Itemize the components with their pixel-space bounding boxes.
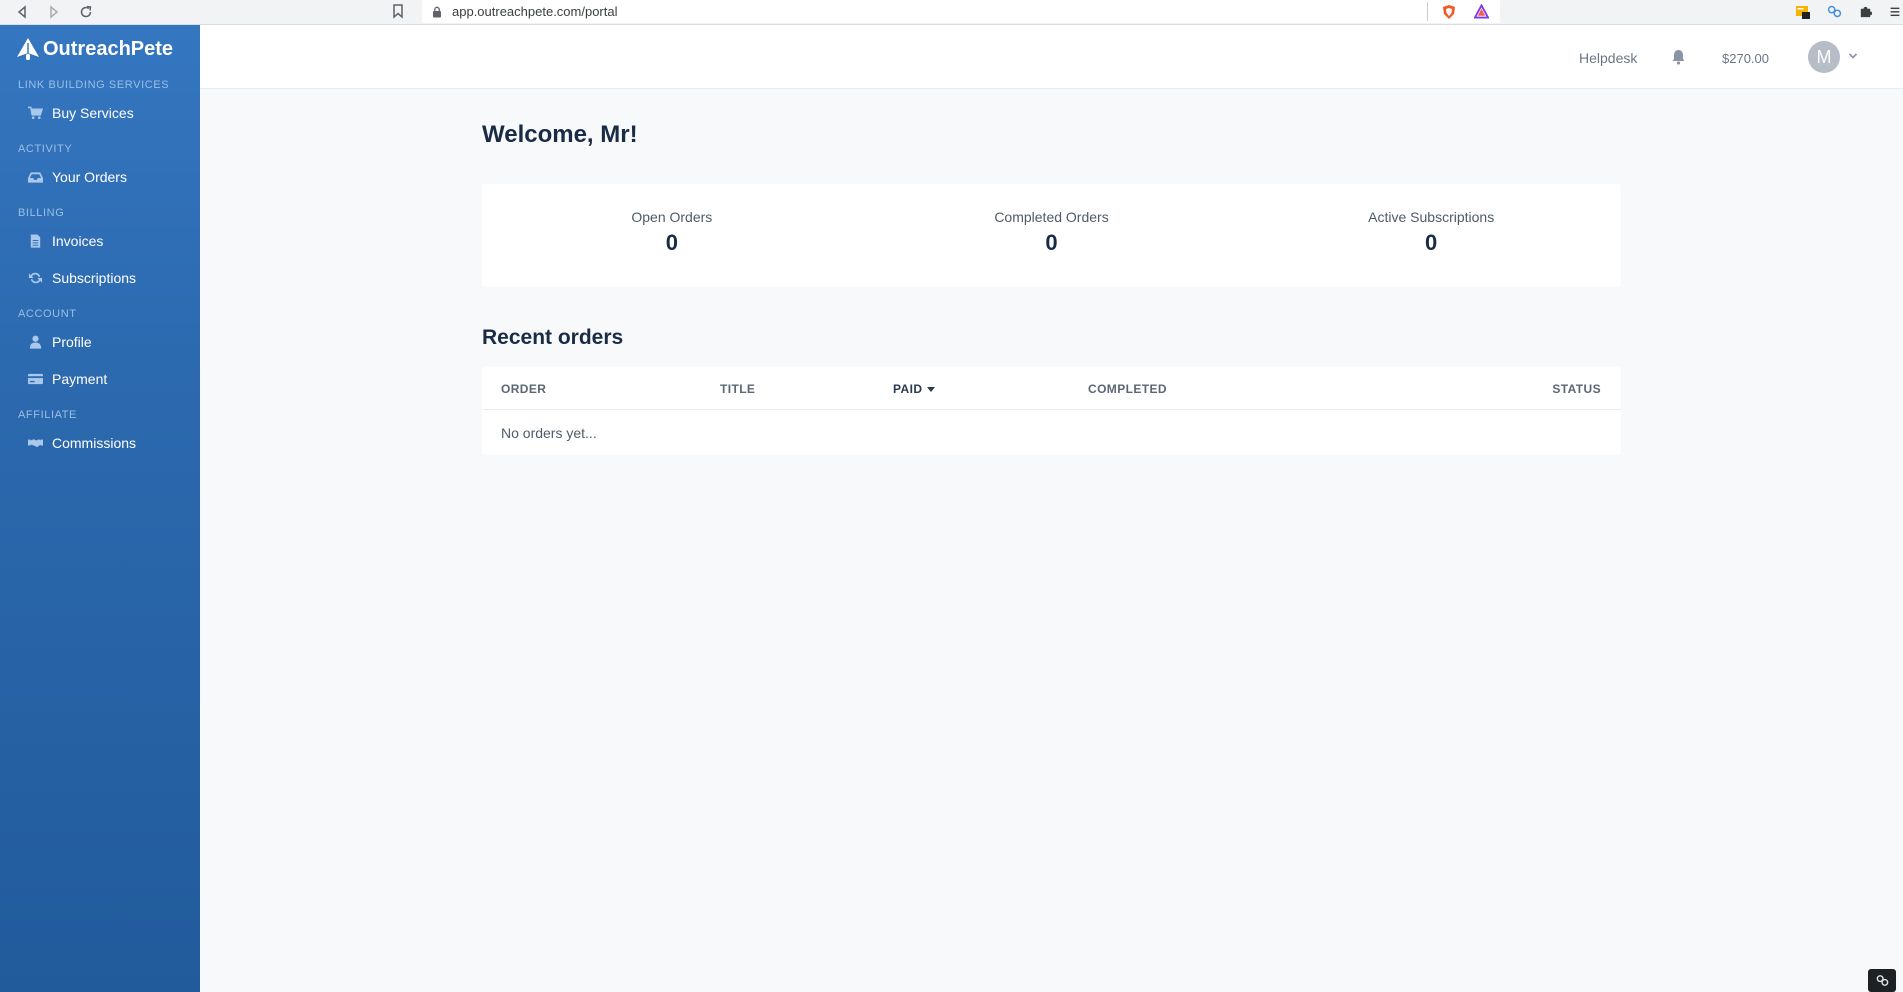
stat-value: 0 [665, 230, 678, 255]
stat-value: 0 [1425, 230, 1438, 255]
sidebar-item-label: Subscriptions [52, 269, 137, 286]
puzzle-icon[interactable] [1857, 3, 1874, 20]
column-header-paid[interactable]: PAID [893, 382, 936, 396]
brave-shield-icon[interactable] [1440, 3, 1457, 20]
column-header-order[interactable]: ORDER [501, 382, 546, 396]
helpdesk-link[interactable]: Helpdesk [1579, 50, 1637, 66]
sidebar-item-profile[interactable]: Profile [0, 323, 200, 360]
brand-name: OutreachPete [43, 37, 174, 60]
handshake-icon [28, 436, 43, 450]
brand-logo[interactable]: OutreachPete [0, 25, 200, 73]
column-header-status[interactable]: STATUS [1552, 382, 1601, 396]
reload-icon[interactable] [77, 3, 95, 21]
sidebar-item-label: Your Orders [52, 168, 127, 185]
cart-icon [28, 106, 43, 120]
stat-completed-orders: Completed Orders 0 [862, 184, 1242, 287]
page-title: Welcome, Mr! [482, 121, 638, 148]
address-bar[interactable]: app.outreachpete.com/portal [422, 0, 1500, 23]
stat-label: Open Orders [631, 209, 713, 225]
section-title-activity: ACTIVITY [18, 143, 73, 155]
stat-active-subscriptions: Active Subscriptions 0 [1241, 184, 1621, 287]
chevron-down-icon[interactable] [1848, 52, 1858, 60]
sidebar: OutreachPete LINK BUILDING SERVICES Buy … [0, 25, 200, 992]
brave-rewards-icon[interactable] [1473, 3, 1490, 20]
address-divider [1427, 2, 1428, 21]
sidebar-item-buy-services[interactable]: Buy Services [0, 94, 200, 131]
empty-state-text: No orders yet... [501, 425, 597, 441]
link-extension-icon[interactable] [1826, 3, 1843, 20]
column-header-title[interactable]: TITLE [720, 382, 755, 396]
table-header: ORDER TITLE PAID COMPLETED STATUS [482, 367, 1621, 410]
sidebar-item-label: Commissions [52, 434, 137, 451]
sidebar-item-label: Payment [52, 370, 108, 387]
credit-card-icon [28, 372, 43, 386]
column-header-completed[interactable]: COMPLETED [1088, 382, 1167, 396]
sidebar-item-label: Profile [52, 333, 92, 350]
sidebar-item-subscriptions[interactable]: Subscriptions [0, 259, 200, 296]
avatar[interactable]: M [1808, 41, 1840, 73]
column-header-paid-label: PAID [893, 382, 923, 396]
bookmark-icon[interactable] [391, 3, 405, 19]
section-title-billing: BILLING [18, 207, 65, 219]
user-icon [28, 335, 43, 349]
extension-badge-icon[interactable] [1794, 3, 1811, 20]
sidebar-item-your-orders[interactable]: Your Orders [0, 158, 200, 195]
account-balance[interactable]: $270.00 [1722, 51, 1769, 66]
stat-open-orders: Open Orders 0 [482, 184, 862, 287]
inbox-icon [28, 170, 43, 184]
sidebar-item-payment[interactable]: Payment [0, 360, 200, 397]
recent-orders-title: Recent orders [482, 326, 624, 349]
section-title-account: ACCOUNT [18, 308, 77, 320]
bell-icon[interactable] [1671, 49, 1686, 65]
browser-toolbar: app.outreachpete.com/portal [0, 0, 1903, 25]
sort-caret-icon [927, 386, 936, 392]
stat-value: 0 [1045, 230, 1058, 255]
table-body: No orders yet... [482, 410, 1621, 455]
sidebar-item-commissions[interactable]: Commissions [0, 424, 200, 461]
refresh-icon [28, 271, 43, 285]
file-icon [28, 233, 43, 248]
section-title-affiliate: AFFILIATE [18, 409, 77, 421]
stat-label: Completed Orders [994, 209, 1109, 225]
sidebar-item-label: Buy Services [52, 104, 134, 121]
recent-orders-table: ORDER TITLE PAID COMPLETED STATUS No ord… [482, 367, 1621, 455]
sidebar-item-invoices[interactable]: Invoices [0, 222, 200, 259]
sidebar-item-label: Invoices [52, 232, 104, 249]
screen-share-icon[interactable] [1868, 969, 1896, 992]
section-title-link-building: LINK BUILDING SERVICES [18, 79, 170, 91]
stat-label: Active Subscriptions [1368, 209, 1495, 225]
forward-icon[interactable] [45, 3, 63, 21]
stats-panel: Open Orders 0 Completed Orders 0 Active … [482, 184, 1621, 287]
top-header: Helpdesk $270.00 M [200, 25, 1903, 89]
lock-icon [433, 6, 441, 17]
menu-icon[interactable] [1886, 3, 1903, 20]
back-icon[interactable] [13, 3, 31, 21]
megaphone-logo-icon [17, 38, 39, 60]
url-text: app.outreachpete.com/portal [452, 4, 618, 19]
